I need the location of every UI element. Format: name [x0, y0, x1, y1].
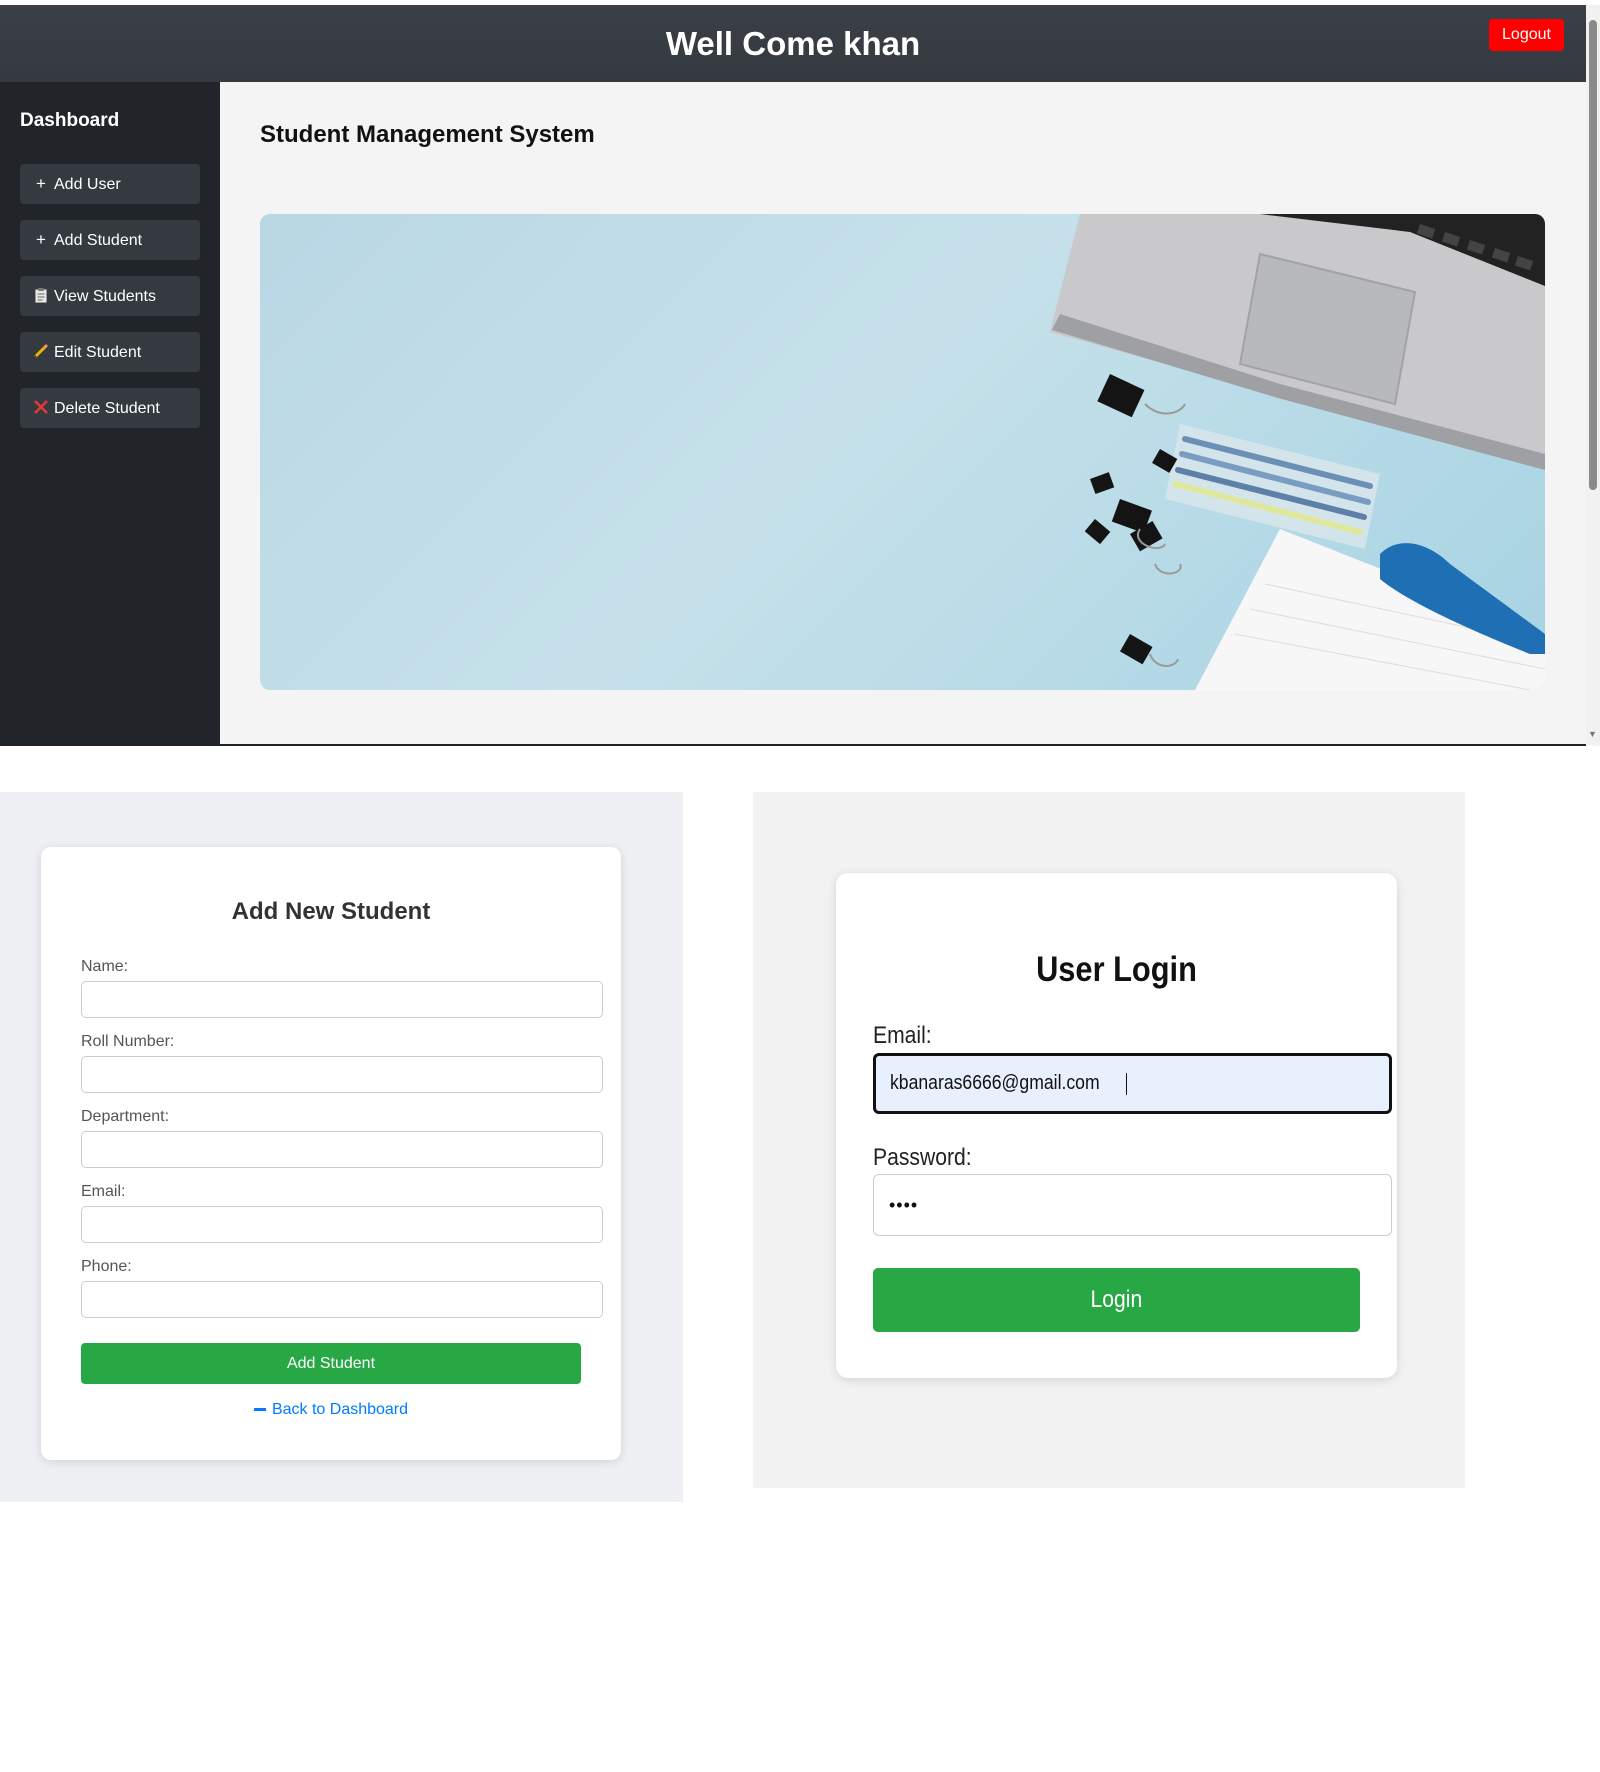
- add-student-button[interactable]: Add Student: [81, 1343, 581, 1384]
- student-email-label: Email:: [81, 1183, 126, 1200]
- plus-icon: +: [36, 230, 46, 249]
- sidebar-item-label: Edit Student: [54, 344, 142, 361]
- login-email-value: kbanaras6666@gmail.com: [890, 1072, 1100, 1094]
- sidebar: Dashboard + Add User + Add Student View St…: [0, 82, 220, 744]
- password-field[interactable]: ••••: [873, 1174, 1392, 1236]
- login-email-field[interactable]: kbanaras6666@gmail.com: [873, 1053, 1392, 1114]
- back-link-label: Back to Dashboard: [271, 1401, 409, 1418]
- page-title: Student Management System: [260, 121, 595, 148]
- sidebar-item-view-students[interactable]: View Students: [20, 276, 200, 316]
- sidebar-item-delete-student[interactable]: Delete Student: [20, 388, 200, 428]
- sidebar-item-edit-student[interactable]: Edit Student: [20, 332, 200, 372]
- sidebar-item-label: View Students: [54, 288, 156, 305]
- logout-button[interactable]: Logout: [1489, 19, 1564, 51]
- pencil-icon: [32, 332, 50, 372]
- roll-number-field[interactable]: [81, 1056, 603, 1093]
- cross-icon: [32, 388, 50, 428]
- login-button[interactable]: Login: [873, 1268, 1360, 1332]
- clipboard-icon: [32, 276, 50, 316]
- header-bar: Well Come khan Logout: [0, 5, 1586, 82]
- scroll-down-arrow-icon[interactable]: ▼: [1588, 728, 1598, 740]
- login-email-label: Email:: [873, 1022, 932, 1049]
- hero-image: [260, 214, 1545, 690]
- department-field[interactable]: [81, 1131, 603, 1168]
- add-student-title: Add New Student: [231, 898, 431, 925]
- sidebar-item-label: Delete Student: [54, 400, 160, 417]
- dashboard-screen: Well Come khan Logout Dashboard + Add Use…: [0, 0, 1600, 746]
- divider: [0, 744, 1586, 746]
- department-label: Department:: [81, 1108, 170, 1125]
- password-label: Password:: [873, 1144, 972, 1171]
- name-field[interactable]: [81, 981, 603, 1018]
- phone-label: Phone:: [81, 1258, 132, 1275]
- name-label: Name:: [81, 958, 129, 975]
- sidebar-item-add-student[interactable]: + Add Student: [20, 220, 200, 260]
- minus-icon: [253, 1408, 266, 1412]
- desk-laptop-illustration: [1050, 214, 1545, 690]
- sidebar-item-label: Add Student: [54, 232, 143, 249]
- roll-number-label: Roll Number:: [81, 1033, 175, 1050]
- scrollbar-thumb[interactable]: [1589, 20, 1597, 490]
- sidebar-item-label: Add User: [54, 176, 121, 193]
- login-title: User Login: [1036, 950, 1197, 989]
- phone-field[interactable]: [81, 1281, 603, 1318]
- text-cursor: [1126, 1072, 1128, 1095]
- sidebar-title: Dashboard: [20, 110, 120, 131]
- header-title: Well Come khan: [665, 25, 921, 62]
- back-to-dashboard-link[interactable]: Back to Dashboard: [41, 1401, 621, 1419]
- login-button-label: Login: [1090, 1286, 1143, 1313]
- plus-icon: +: [36, 174, 46, 193]
- student-email-field[interactable]: [81, 1206, 603, 1243]
- sidebar-item-add-user[interactable]: + Add User: [20, 164, 200, 204]
